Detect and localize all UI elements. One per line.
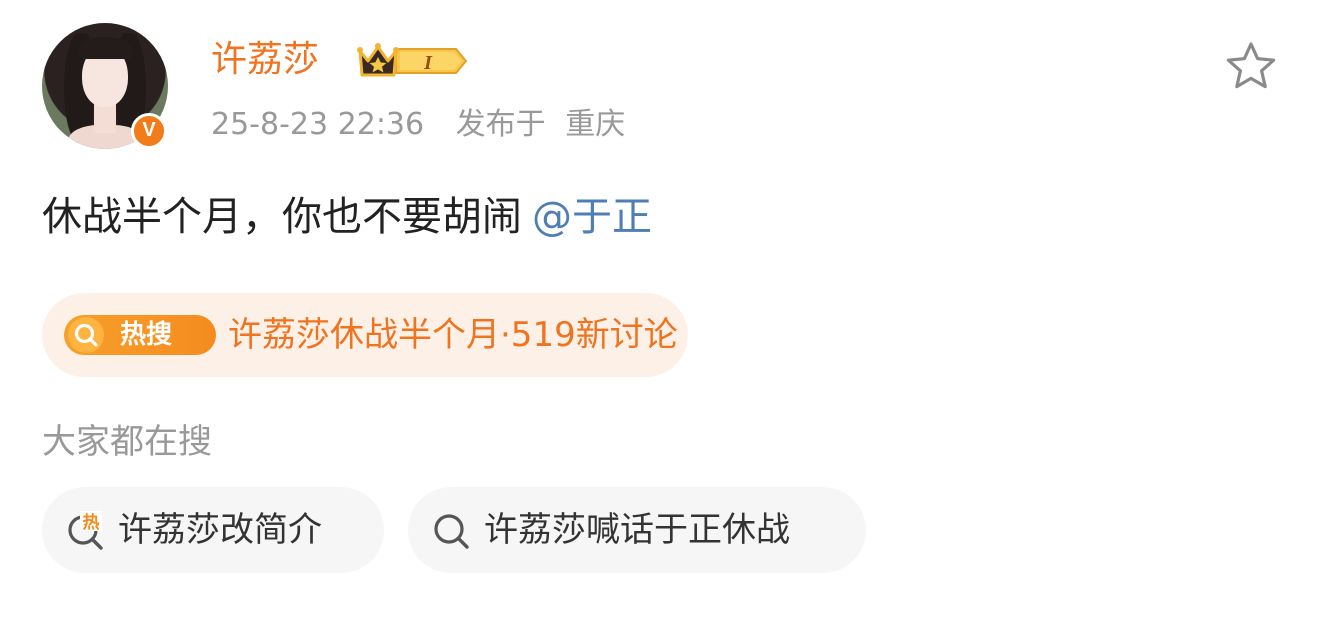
avatar-neck [94, 103, 116, 133]
hot-search-topic-label: 许荔莎休战半个月·519新讨论 [228, 315, 678, 355]
hot-search-topic-button[interactable]: 热搜 许荔莎休战半个月·519新讨论 [42, 293, 688, 377]
hot-search-icon: 热 [68, 511, 103, 550]
post-text: 休战半个月，你也不要胡闹 [42, 194, 522, 240]
avatar-bangs [78, 37, 132, 59]
search-suggestion-label: 许荔莎喊话于正休战 [484, 510, 790, 550]
mention-link[interactable]: @于正 [532, 194, 652, 240]
hot-mark-text: 热 [83, 512, 100, 533]
vip-level-text: I [423, 52, 433, 74]
post-content: 休战半个月，你也不要胡闹 @于正 [42, 190, 652, 244]
star-icon[interactable] [1225, 41, 1277, 91]
username[interactable]: 许荔莎 [211, 36, 319, 84]
hot-search-tag-label: 热搜 [120, 320, 173, 350]
crown-icon[interactable]: I [356, 41, 470, 81]
verified-badge-icon: V [131, 113, 167, 149]
search-icon [74, 323, 98, 347]
search-suggestion-chip[interactable]: 热 许荔莎改简介 [42, 487, 384, 573]
post-time: 22:36 [337, 107, 425, 142]
location-prefix: 发布于 [455, 107, 546, 142]
search-icon [434, 514, 469, 549]
weibo-post-card: V 许荔莎 I 25-8-23 22:36 发布于 重庆 休战半个月，你也不要胡… [0, 0, 1319, 633]
search-suggestion-label: 许荔莎改简介 [118, 510, 322, 550]
everyone-searching-label: 大家都在搜 [42, 422, 212, 462]
post-date: 25-8-23 [211, 107, 329, 142]
post-meta: 25-8-23 22:36 发布于 重庆 [211, 104, 625, 146]
search-suggestion-chip[interactable]: 许荔莎喊话于正休战 [408, 487, 866, 573]
post-location: 重庆 [565, 107, 626, 142]
hot-search-tag: 热搜 [64, 315, 216, 355]
